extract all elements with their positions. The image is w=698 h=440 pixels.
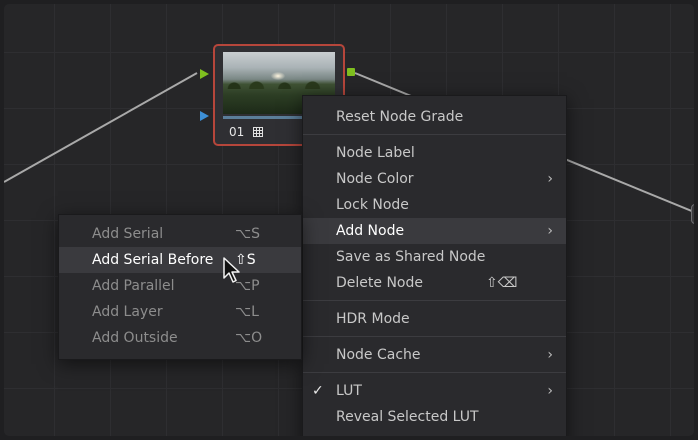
checkmark-icon: ✓ — [312, 383, 324, 399]
menu-item-node-cache[interactable]: Node Cache › — [303, 342, 566, 368]
submenu-item-add-parallel[interactable]: Add Parallel ⌥P — [59, 273, 301, 299]
menu-divider — [303, 134, 566, 135]
outline-edge-handle[interactable] — [691, 204, 694, 224]
mouse-cursor-icon — [223, 257, 240, 283]
input-connection-line — [4, 72, 198, 183]
input-port-green-icon[interactable] — [200, 69, 210, 79]
node-context-menu: Reset Node Grade Node Label Node Color ›… — [302, 95, 567, 436]
chevron-right-icon: › — [547, 171, 553, 187]
shortcut-label: ⌥O — [235, 330, 263, 346]
submenu-item-add-serial[interactable]: Add Serial ⌥S — [59, 221, 301, 247]
delete-shortcut: ⇧⌫ — [486, 275, 518, 291]
node-number: 01 — [229, 125, 245, 139]
menu-divider — [303, 300, 566, 301]
submenu-item-add-serial-before[interactable]: Add Serial Before ⇧S — [59, 247, 301, 273]
menu-item-save-as-shared-node[interactable]: Save as Shared Node — [303, 244, 566, 270]
menu-item-reset-node-grade[interactable]: Reset Node Grade — [303, 104, 566, 130]
submenu-item-add-layer[interactable]: Add Layer ⌥L — [59, 299, 301, 325]
input-port-blue-icon[interactable] — [200, 111, 210, 121]
menu-item-reveal-selected-lut[interactable]: Reveal Selected LUT — [303, 404, 566, 430]
menu-item-add-node[interactable]: Add Node › — [303, 218, 566, 244]
menu-divider — [303, 372, 566, 373]
menu-item-lock-node[interactable]: Lock Node — [303, 192, 566, 218]
menu-item-node-color[interactable]: Node Color › — [303, 166, 566, 192]
chevron-right-icon: › — [547, 223, 553, 239]
chevron-right-icon: › — [547, 347, 553, 363]
menu-item-lut[interactable]: ✓ LUT › — [303, 378, 566, 404]
menu-item-hdr-mode[interactable]: HDR Mode — [303, 306, 566, 332]
submenu-item-add-outside[interactable]: Add Outside ⌥O — [59, 325, 301, 351]
menu-item-delete-node[interactable]: Delete Node ⇧⌫ — [303, 270, 566, 296]
node-editor-canvas[interactable]: 01 Reset Node Grade Node Label Node Colo… — [4, 4, 694, 436]
output-port-green-icon[interactable] — [347, 68, 355, 76]
shortcut-label: ⌥L — [235, 304, 259, 320]
menu-item-node-label[interactable]: Node Label — [303, 140, 566, 166]
chevron-right-icon: › — [547, 383, 553, 399]
shortcut-label: ⌥S — [235, 226, 261, 242]
menu-divider — [303, 336, 566, 337]
grid-icon — [253, 127, 263, 137]
add-node-submenu: Add Serial ⌥S Add Serial Before ⇧S Add P… — [58, 214, 302, 360]
